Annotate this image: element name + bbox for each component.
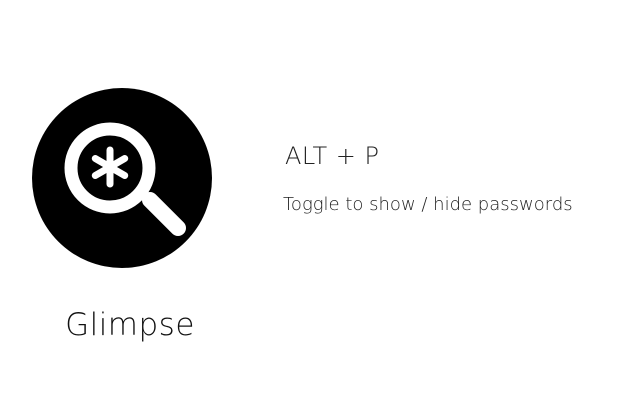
app-name: Glimpse (65, 307, 195, 343)
magnifier-asterisk-icon (32, 88, 212, 268)
promo-tile: Glimpse ALT + P Toggle to show / hide pa… (0, 0, 640, 400)
shortcut-description: Toggle to show / hide passwords (283, 194, 573, 215)
shortcut-keys: ALT + P (285, 142, 380, 170)
app-logo (32, 88, 212, 268)
